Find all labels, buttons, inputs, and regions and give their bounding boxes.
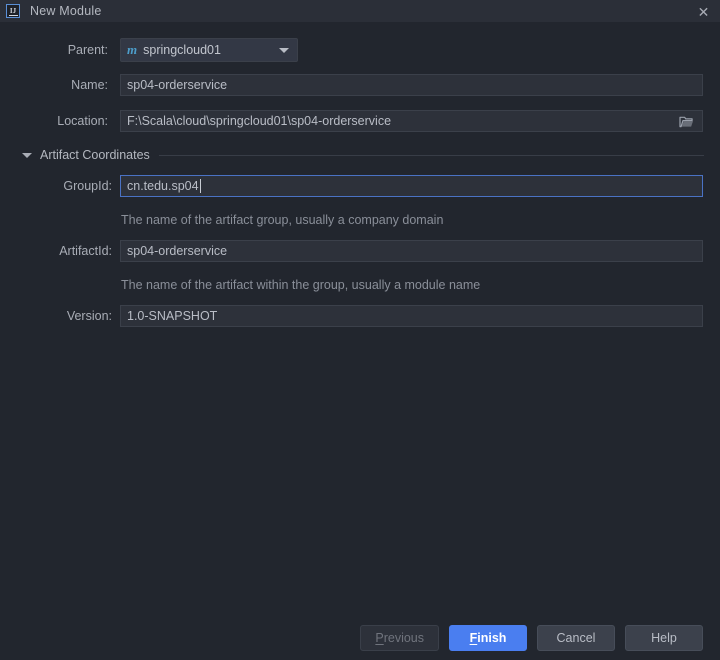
name-label: Name: [71,78,108,92]
previous-button-label: revious [383,631,424,645]
groupid-input[interactable]: cn.tedu.sp04 [120,175,703,197]
finish-button[interactable]: Finish [449,625,527,651]
version-label: Version: [66,309,112,323]
name-row: Name: sp04-orderservice [0,74,720,96]
parent-select[interactable]: m springcloud01 [120,38,298,62]
help-button[interactable]: Help [625,625,703,651]
parent-selected-value: springcloud01 [143,43,221,57]
cancel-button[interactable]: Cancel [537,625,615,651]
groupid-label: GroupId: [63,179,112,193]
version-input[interactable]: 1.0-SNAPSHOT [120,305,703,327]
artifactid-hint: The name of the artifact within the grou… [121,278,481,292]
previous-button-mnemonic: P [375,631,384,645]
groupid-row: GroupId: cn.tedu.sp04 [0,175,720,197]
location-label: Location: [57,114,108,128]
artifactid-label: ArtifactId: [59,244,112,258]
page-title: New Module [30,4,102,18]
finish-button-label: inish [477,631,507,645]
folder-icon[interactable] [679,115,694,128]
artifact-coordinates-section-header: Artifact Coordinates [0,146,720,164]
title-bar: IJ New Module ✕ [0,0,720,22]
intellij-idea-icon: IJ [6,4,20,18]
chevron-down-icon [279,47,289,53]
section-title: Artifact Coordinates [40,148,150,162]
location-input-value: F:\Scala\cloud\springcloud01\sp04-orders… [127,114,392,128]
location-row: Location: F:\Scala\cloud\springcloud01\s… [0,110,720,132]
finish-button-mnemonic: F [469,631,478,645]
triangle-down-icon[interactable] [22,152,32,158]
dialog-button-bar: Previous Finish Cancel Help [0,624,720,652]
close-icon[interactable]: ✕ [695,3,712,20]
new-module-dialog: IJ New Module ✕ Parent: m springcloud01 … [0,0,720,660]
location-input[interactable]: F:\Scala\cloud\springcloud01\sp04-orders… [120,110,703,132]
version-row: Version: 1.0-SNAPSHOT [0,305,720,327]
artifactid-row: ArtifactId: sp04-orderservice [0,240,720,262]
section-divider [158,154,704,156]
text-caret [199,179,201,193]
maven-module-icon: m [127,42,138,57]
groupid-input-value: cn.tedu.sp04 [127,179,199,193]
previous-button[interactable]: Previous [360,625,439,651]
groupid-hint: The name of the artifact group, usually … [121,213,444,227]
name-input[interactable]: sp04-orderservice [120,74,703,96]
parent-row: Parent: m springcloud01 [0,38,720,62]
artifactid-input[interactable]: sp04-orderservice [120,240,703,262]
parent-label: Parent: [67,43,108,57]
